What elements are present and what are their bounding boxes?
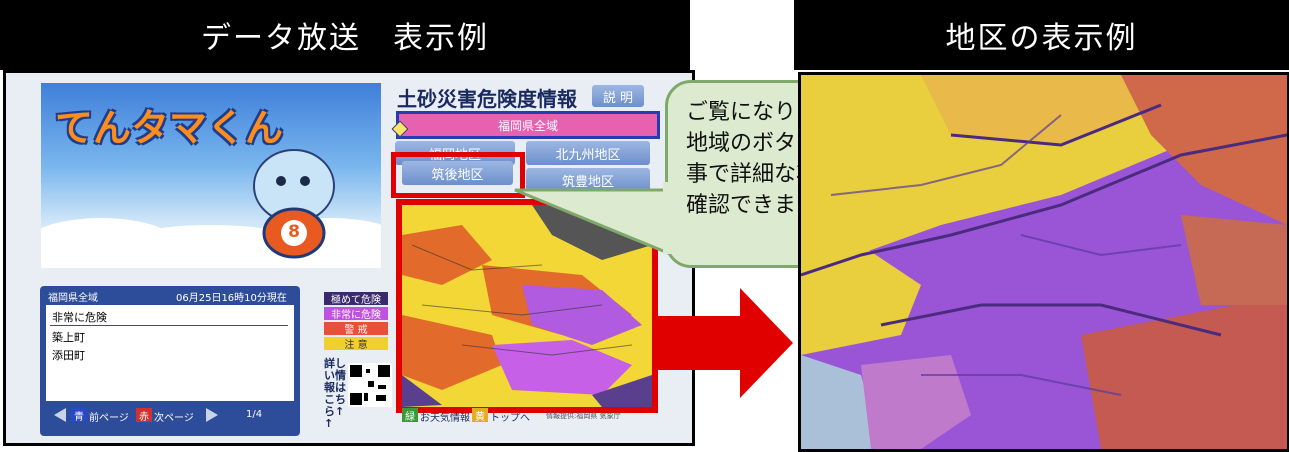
- panel-category: 非常に危険: [52, 311, 107, 324]
- explain-button[interactable]: 説 明: [592, 85, 644, 107]
- yellow-key[interactable]: 黄: [472, 408, 488, 423]
- top-label[interactable]: トップへ: [490, 409, 530, 424]
- legend-extreme: 極めて危険: [324, 292, 388, 306]
- area-button-prefecture[interactable]: 福岡県全域: [396, 111, 660, 139]
- green-key[interactable]: 緑: [402, 408, 418, 423]
- list-item: 築上町: [52, 331, 85, 344]
- red-arrow-icon: [655, 288, 793, 398]
- qr-caption: 詳しい情報はこちら↑↑: [324, 357, 346, 430]
- area-button-kitakyushu[interactable]: 北九州地区: [526, 141, 650, 165]
- district-risk-map: [801, 75, 1287, 449]
- legend-very-dangerous: 非常に危険: [324, 307, 388, 321]
- red-key[interactable]: 赤: [136, 408, 152, 423]
- district-zoom-map: [798, 72, 1289, 452]
- legend-caution: 注 意: [324, 337, 388, 351]
- weather-label[interactable]: お天気情報: [420, 409, 470, 424]
- mascot-character-icon: [253, 149, 335, 259]
- next-page-label[interactable]: 次ページ: [154, 409, 194, 424]
- list-item: 添田町: [52, 349, 85, 362]
- panel-divider: [50, 325, 288, 326]
- credit-text: 情報提供:福岡県 気象庁: [546, 412, 621, 420]
- panel-region: 福岡県全域: [48, 293, 98, 304]
- next-arrow-icon[interactable]: [206, 408, 218, 422]
- left-header: データ放送 表示例: [0, 0, 690, 70]
- panel-list: 非常に危険 築上町 添田町: [46, 305, 294, 401]
- legend-warning: 警 戒: [324, 322, 388, 336]
- right-header: 地区の表示例: [794, 0, 1289, 70]
- qr-code-icon[interactable]: [348, 363, 392, 407]
- prev-page-label[interactable]: 前ページ: [89, 409, 129, 424]
- mascot-badge: 8: [288, 222, 300, 242]
- panel-timestamp: 06月25日16時10分現在: [176, 293, 287, 304]
- risk-info-title: 土砂災害危険度情報: [397, 87, 577, 111]
- mascot-panel: てんタマくん 8: [41, 83, 381, 268]
- page-indicator: 1/4: [246, 409, 263, 420]
- blue-key[interactable]: 青: [71, 408, 87, 423]
- bubble-tail-cover: [663, 182, 687, 254]
- prev-arrow-icon[interactable]: [54, 408, 66, 422]
